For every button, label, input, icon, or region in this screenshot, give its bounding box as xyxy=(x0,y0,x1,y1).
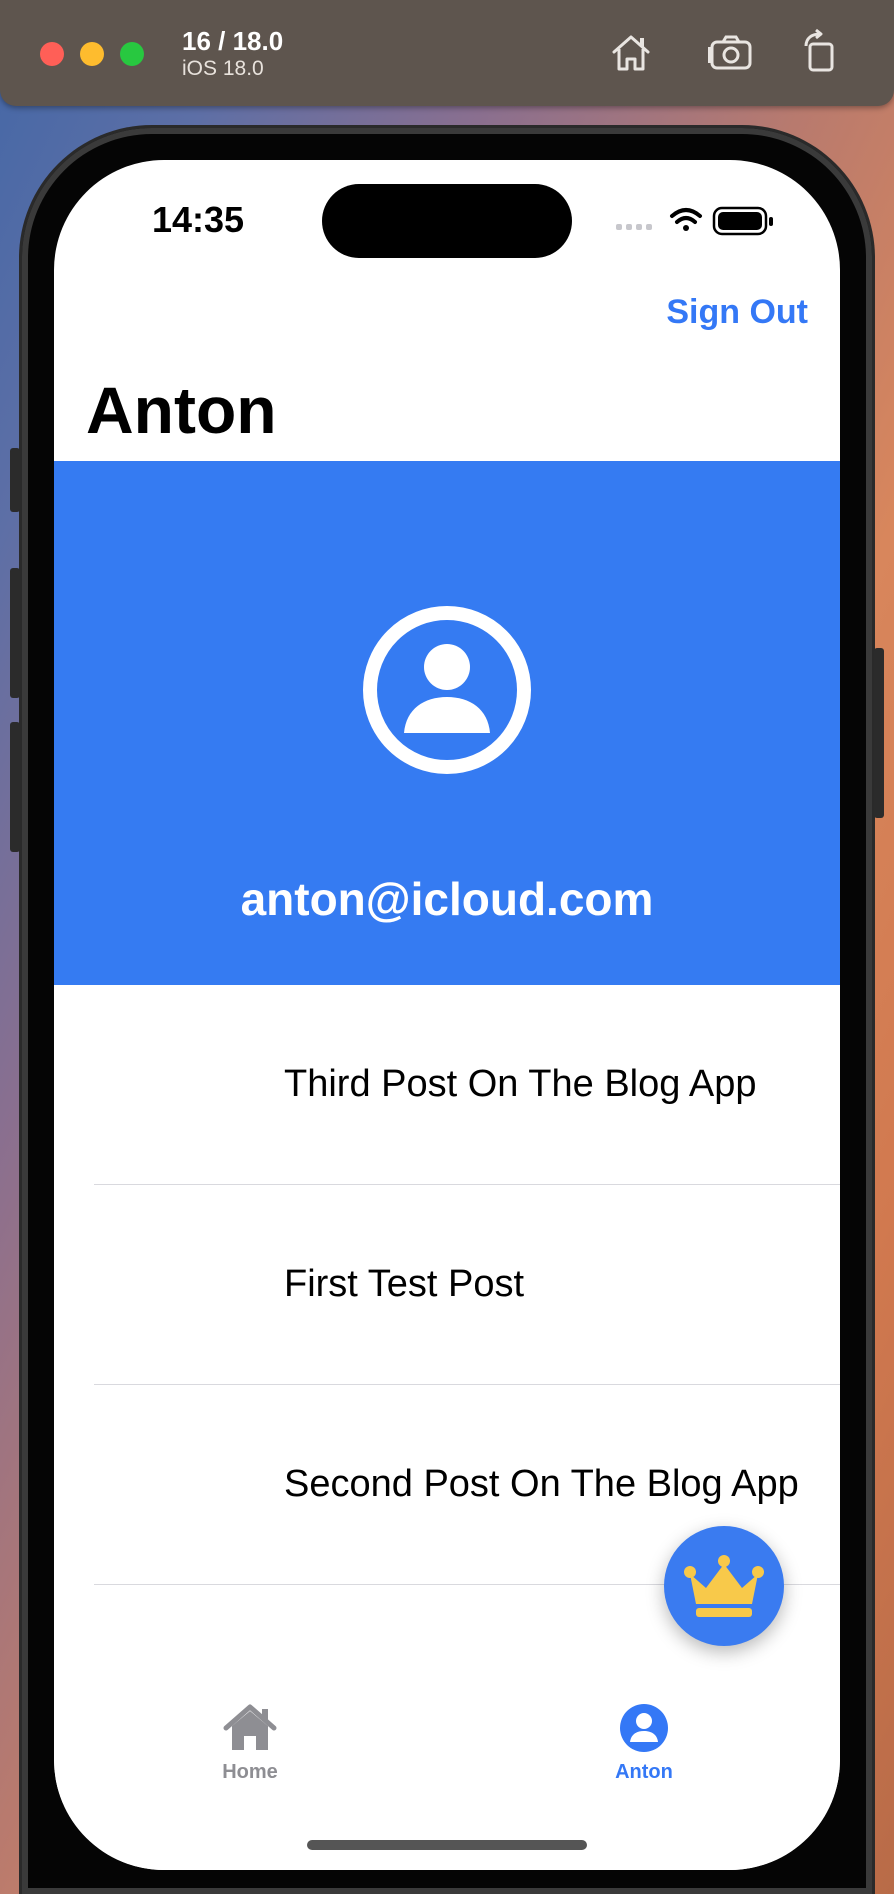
premium-fab-button[interactable] xyxy=(664,1526,784,1646)
post-title: Third Post On The Blog App xyxy=(284,1063,757,1105)
crown-icon xyxy=(684,1555,764,1617)
volume-up-button xyxy=(10,568,20,698)
dynamic-island xyxy=(322,184,572,258)
close-window-button[interactable] xyxy=(40,42,64,66)
simulator-os-version: iOS 18.0 xyxy=(182,57,264,80)
tab-profile-label: Anton xyxy=(615,1761,673,1783)
person-circle-icon xyxy=(362,605,532,775)
battery-icon xyxy=(712,206,773,236)
tab-home-label: Home xyxy=(222,1761,278,1783)
profile-header: anton@icloud.com xyxy=(54,461,840,985)
home-icon[interactable] xyxy=(606,28,656,78)
tab-home[interactable]: Home xyxy=(150,1690,350,1790)
page-title: Anton xyxy=(86,373,277,447)
minimize-window-button[interactable] xyxy=(80,42,104,66)
volume-down-button xyxy=(10,722,20,852)
person-circle-icon xyxy=(620,1704,668,1752)
post-list: Third Post On The Blog App First Test Po… xyxy=(54,985,840,1585)
post-title: First Test Post xyxy=(284,1263,525,1305)
screenshot-icon[interactable] xyxy=(706,28,756,78)
list-item[interactable]: Third Post On The Blog App xyxy=(54,985,840,1185)
app-screen: 14:35 Sign Out Anton anton@icloud.com Th… xyxy=(54,160,840,1870)
side-power-button xyxy=(874,648,884,818)
status-time: 14:35 xyxy=(152,199,245,240)
house-icon xyxy=(223,1704,277,1750)
signal-icon xyxy=(616,224,652,230)
rotate-icon[interactable] xyxy=(796,28,846,78)
post-title: Second Post On The Blog App xyxy=(284,1463,799,1505)
wifi-icon xyxy=(670,208,702,231)
simulator-title-bar: 16 / 18.0 iOS 18.0 xyxy=(0,0,894,106)
action-button xyxy=(10,448,20,512)
home-indicator xyxy=(307,1840,587,1850)
status-icons xyxy=(614,204,784,240)
tab-profile[interactable]: Anton xyxy=(544,1690,744,1790)
simulator-device-title: 16 / 18.0 xyxy=(182,26,284,56)
zoom-window-button[interactable] xyxy=(120,42,144,66)
sign-out-button[interactable]: Sign Out xyxy=(666,292,808,332)
profile-email: anton@icloud.com xyxy=(240,873,654,925)
list-item[interactable]: First Test Post xyxy=(54,1185,840,1385)
